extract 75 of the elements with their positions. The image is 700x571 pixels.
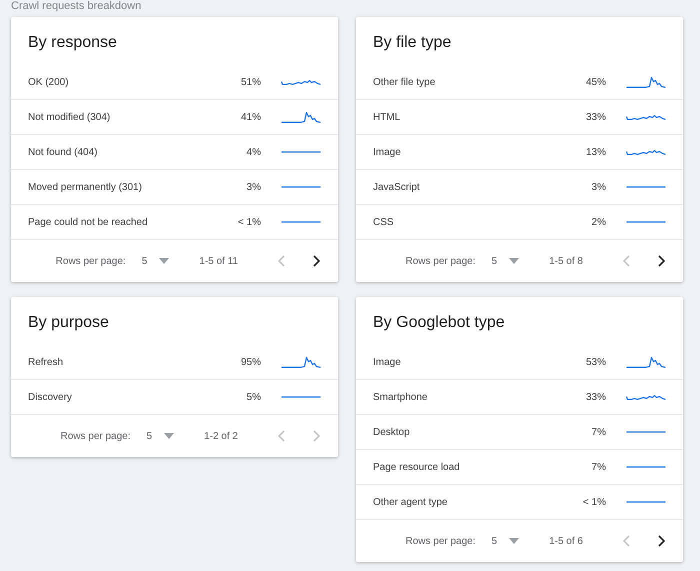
dropdown-caret-icon[interactable] [164,433,174,439]
card-title: By response [27,33,118,53]
dropdown-caret-icon[interactable] [509,258,520,264]
sparkline-icon [626,221,666,223]
category-label: CSS [373,216,395,228]
page-range: 1-5 of 8 [549,256,583,266]
page-range: 1-5 of 11 [199,256,238,266]
category-label: Smartphone [373,392,428,402]
percentage: 2% [590,216,606,228]
percentage: 95% [240,356,261,368]
percentage: 53% [584,356,606,368]
percentage: 13% [584,146,606,158]
category-label: HTML [373,112,402,122]
sparkline-icon [281,356,321,368]
percentage: < 1% [236,216,261,228]
rows-per-page-value[interactable]: 5 [492,256,498,266]
sparkline-icon [626,394,666,400]
percentage: < 1% [582,496,606,508]
category-label: Image [373,146,402,158]
percentage: 41% [240,112,261,122]
dropdown-caret-icon[interactable] [159,258,170,264]
sparkline-icon [626,501,666,503]
percentage: 45% [584,76,606,88]
rows-per-page-value[interactable]: 5 [146,430,152,442]
category-label: Page resource load [373,462,461,472]
sparkline-icon [281,112,321,122]
sparkline-icon [626,114,666,120]
percentage: 33% [584,392,606,402]
category-label: JavaScript [373,182,421,192]
sparkline-icon [626,186,666,188]
section-heading: Crawl requests breakdown [10,0,142,14]
category-label: Image [373,356,402,368]
category-label: OK (200) [28,76,70,88]
category-label: Not modified (304) [28,112,112,122]
percentage: 7% [590,462,606,472]
sparkline-icon [281,396,321,398]
rows-per-page-label: Rows per page: [60,430,131,442]
category-label: Discovery [28,392,73,402]
rows-per-page-label: Rows per page: [56,256,126,266]
percentage: 33% [584,112,606,122]
category-label: Other file type [373,76,436,88]
card-title: By file type [372,33,452,53]
chevron-right-icon[interactable] [312,255,320,267]
category-label: Page could not be reached [28,216,149,228]
rows-per-page-value[interactable]: 5 [142,256,148,266]
category-label: Moved permanently (301) [28,182,143,192]
card-title: By purpose [27,313,110,333]
sparkline-icon [626,356,666,368]
sparkline-icon [626,76,666,88]
category-label: Refresh [28,356,64,368]
sparkline-icon [281,151,321,153]
sparkline-icon [626,466,666,468]
sparkline-icon [281,221,321,223]
category-label: Other agent type [373,496,448,508]
sparkline-icon [281,186,321,188]
rows-per-page-label: Rows per page: [405,536,476,546]
percentage: 3% [590,182,606,192]
chevron-right-icon[interactable] [657,255,665,267]
rows-per-page-value[interactable]: 5 [492,536,498,546]
page-range: 1-5 of 6 [549,536,583,546]
percentage: 4% [246,146,261,158]
percentage: 7% [590,426,606,438]
category-label: Desktop [373,426,411,438]
percentage: 51% [240,76,261,88]
sparkline-icon [281,80,321,84]
percentage: 3% [246,182,261,192]
chevron-right-icon[interactable] [657,535,665,547]
page-range: 1-2 of 2 [204,430,238,442]
dropdown-caret-icon[interactable] [509,538,520,544]
category-label: Not found (404) [28,146,98,158]
sparkline-icon [626,150,666,154]
percentage: 5% [246,392,261,402]
rows-per-page-label: Rows per page: [405,256,476,266]
sparkline-icon [626,431,666,433]
card-title: By Googlebot type [372,313,506,333]
